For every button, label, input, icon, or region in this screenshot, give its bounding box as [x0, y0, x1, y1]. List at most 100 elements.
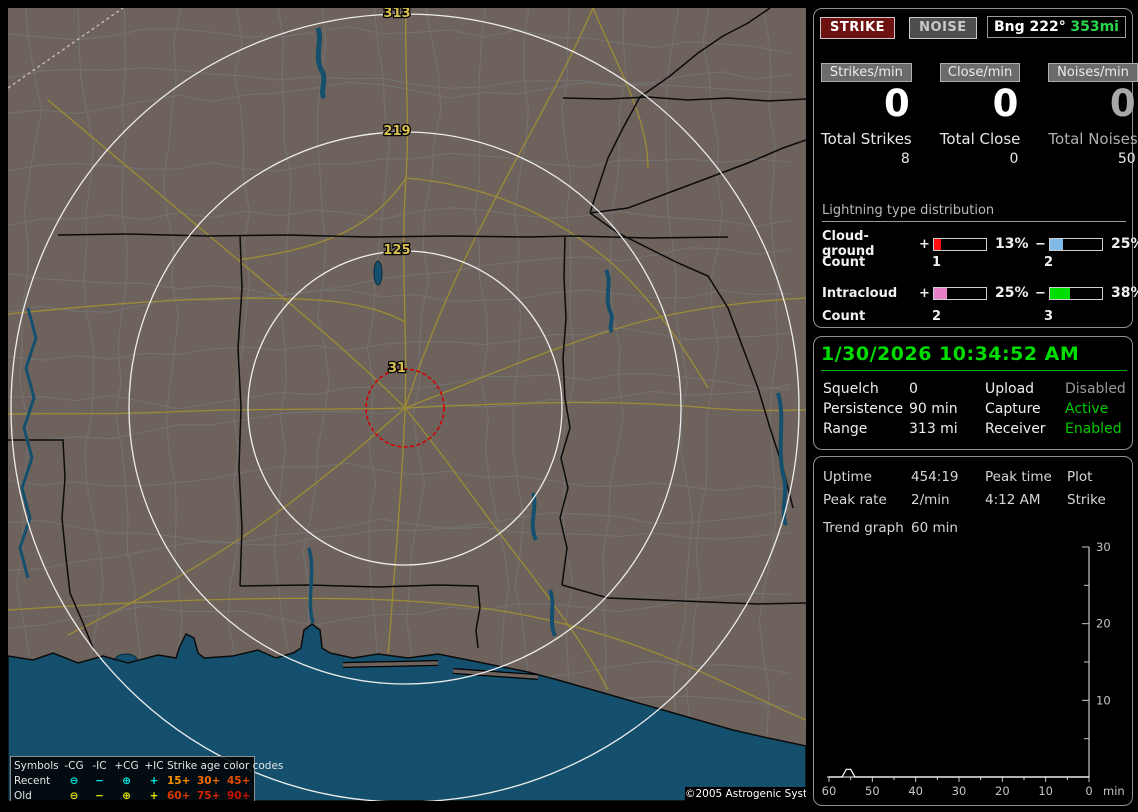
legend-col-pos-ic: +IC — [144, 760, 164, 772]
ic-positive-bar — [933, 286, 987, 300]
trend-graph-window: 60 min — [911, 520, 958, 536]
legend-age-header: Strike age color codes — [167, 760, 284, 772]
svg-text:30: 30 — [952, 784, 967, 798]
upload-value: Disabled — [1065, 381, 1126, 397]
legend-col-pos-cg: +CG — [114, 760, 139, 772]
plus-icon: + — [149, 775, 159, 787]
cg-negative-bar-fill — [1050, 238, 1063, 250]
ic-negative-bar-fill — [1050, 287, 1070, 299]
age-badge-60: 60+ — [167, 790, 191, 801]
circle-minus-icon: ⊖ — [69, 790, 79, 801]
bearing-display: Bng 222° 353mi — [987, 16, 1126, 38]
counters-panel: STRIKE NOISE Bng 222° 353mi Strikes/min … — [813, 8, 1138, 328]
age-badge-30: 30+ — [197, 775, 221, 787]
persistence-label: Persistence — [823, 401, 904, 417]
intracloud-label: Intracloud — [822, 285, 898, 301]
cg-positive-pct: 13% — [995, 236, 1029, 252]
svg-text:313: 313 — [383, 8, 410, 21]
peak-time-value: 4:12 AM — [985, 491, 1041, 508]
svg-text:125: 125 — [383, 243, 410, 258]
cg-negative-pct: 25% — [1111, 236, 1138, 252]
status-panel: 1/30/2026 10:34:52 AM Squelch 0 Upload D… — [813, 336, 1133, 450]
svg-text:30: 30 — [1096, 540, 1111, 554]
capture-value: Active — [1065, 401, 1109, 417]
noises-counter-column: Noises/min 0 Total Noises 50 — [1048, 63, 1138, 167]
uptime-label: Uptime — [823, 468, 872, 485]
rate-counters: Strikes/min 0 Total Strikes 8 Close/min … — [821, 63, 1138, 167]
bearing-distance: 353mi — [1070, 19, 1119, 35]
ic-positive-pct: 25% — [995, 285, 1029, 301]
squelch-label: Squelch — [823, 381, 879, 397]
plus-sign: + — [919, 285, 930, 301]
status-rows: Squelch 0 Upload Disabled Persistence 90… — [823, 379, 1127, 439]
svg-text:40: 40 — [908, 784, 923, 798]
count-label: Count — [822, 255, 866, 270]
legend-col-neg-ic: -IC — [92, 760, 107, 772]
lightning-radar-map: 313 219 125 31 Symbols -CG -IC +CG +IC Stri… — [8, 8, 806, 801]
strike-toggle-button[interactable]: STRIKE — [820, 17, 896, 39]
cloud-ground-count-row: Count 1 2 — [822, 255, 1126, 273]
uptime-value: 454:19 — [911, 468, 959, 485]
total-noises-label: Total Noises — [1048, 129, 1138, 148]
strikes-per-min-value: 0 — [883, 82, 910, 125]
noises-per-min-value: 0 — [1109, 82, 1136, 125]
map-canvas: 313 219 125 31 — [8, 8, 806, 801]
ic-positive-count: 2 — [932, 309, 942, 324]
plus-sign: + — [919, 236, 930, 252]
cg-positive-count: 1 — [932, 255, 942, 270]
squelch-value: 0 — [909, 381, 918, 397]
cg-positive-bar-fill — [934, 238, 941, 250]
legend-col-neg-cg: -CG — [64, 760, 84, 772]
strikes-per-min-label: Strikes/min — [821, 63, 912, 82]
svg-text:20: 20 — [1096, 617, 1111, 631]
cloud-ground-row: Cloud-ground + 13% − 25% — [822, 229, 1138, 259]
receiver-value: Enabled — [1065, 421, 1122, 437]
legend-symbols-header: Symbols — [14, 760, 59, 772]
datetime-display: 1/30/2026 10:34:52 AM — [821, 343, 1127, 371]
range-value: 313 mi — [909, 421, 958, 437]
circle-plus-icon: ⊕ — [122, 775, 131, 787]
total-close-value: 0 — [1009, 150, 1019, 167]
svg-text:219: 219 — [383, 124, 410, 139]
app-window: 313 219 125 31 Symbols -CG -IC +CG +IC Stri… — [0, 0, 1138, 812]
peak-rate-value: 2/min — [911, 491, 950, 508]
copyright-label: ©2005 Astrogenic Systems — [685, 787, 806, 801]
mode-toggle-row: STRIKE NOISE Bng 222° 353mi — [820, 16, 1126, 40]
svg-text:10: 10 — [1038, 784, 1053, 798]
legend-row-recent-label: Recent — [14, 775, 51, 787]
minus-icon: − — [95, 775, 104, 787]
cg-negative-count: 2 — [1044, 255, 1054, 270]
intracloud-row: Intracloud + 25% − 38% — [822, 283, 1138, 303]
status-row: Persistence 90 min Capture Active — [823, 399, 1127, 419]
cg-positive-bar — [933, 237, 987, 251]
svg-text:20: 20 — [995, 784, 1010, 798]
stat-rows: Uptime 454:19 Peak time Plot Peak rate 2… — [823, 465, 1127, 511]
peak-time-label: Peak time — [985, 468, 1052, 485]
stat-row: Uptime 454:19 Peak time Plot — [823, 465, 1127, 488]
total-noises-value: 50 — [1117, 150, 1136, 167]
svg-text:50: 50 — [865, 784, 880, 798]
close-per-min-value: 0 — [992, 82, 1019, 125]
range-label: Range — [823, 421, 868, 437]
total-strikes-value: 8 — [900, 150, 910, 167]
noises-per-min-label: Noises/min — [1048, 63, 1138, 82]
trend-graph-label: Trend graph — [823, 520, 904, 536]
ic-negative-bar — [1049, 286, 1103, 300]
strikes-counter-column: Strikes/min 0 Total Strikes 8 — [821, 63, 912, 167]
cg-negative-bar — [1049, 237, 1103, 251]
stats-trend-panel: Uptime 454:19 Peak time Plot Peak rate 2… — [813, 456, 1133, 806]
age-badge-45: 45+ — [227, 775, 251, 787]
noise-toggle-button[interactable]: NOISE — [909, 17, 977, 39]
ic-negative-pct: 38% — [1111, 285, 1138, 301]
age-badge-75: 75+ — [197, 790, 221, 801]
plot-label: Plot — [1067, 468, 1093, 485]
upload-label: Upload — [985, 381, 1035, 397]
status-row: Range 313 mi Receiver Enabled — [823, 419, 1127, 439]
svg-text:0: 0 — [1085, 784, 1092, 798]
map-legend: Symbols -CG -IC +CG +IC Strike age color… — [10, 756, 284, 801]
capture-label: Capture — [985, 401, 1041, 417]
svg-text:min: min — [1103, 784, 1125, 798]
total-close-label: Total Close — [939, 129, 1021, 148]
svg-text:31: 31 — [388, 361, 406, 376]
close-counter-column: Close/min 0 Total Close 0 — [939, 63, 1021, 167]
